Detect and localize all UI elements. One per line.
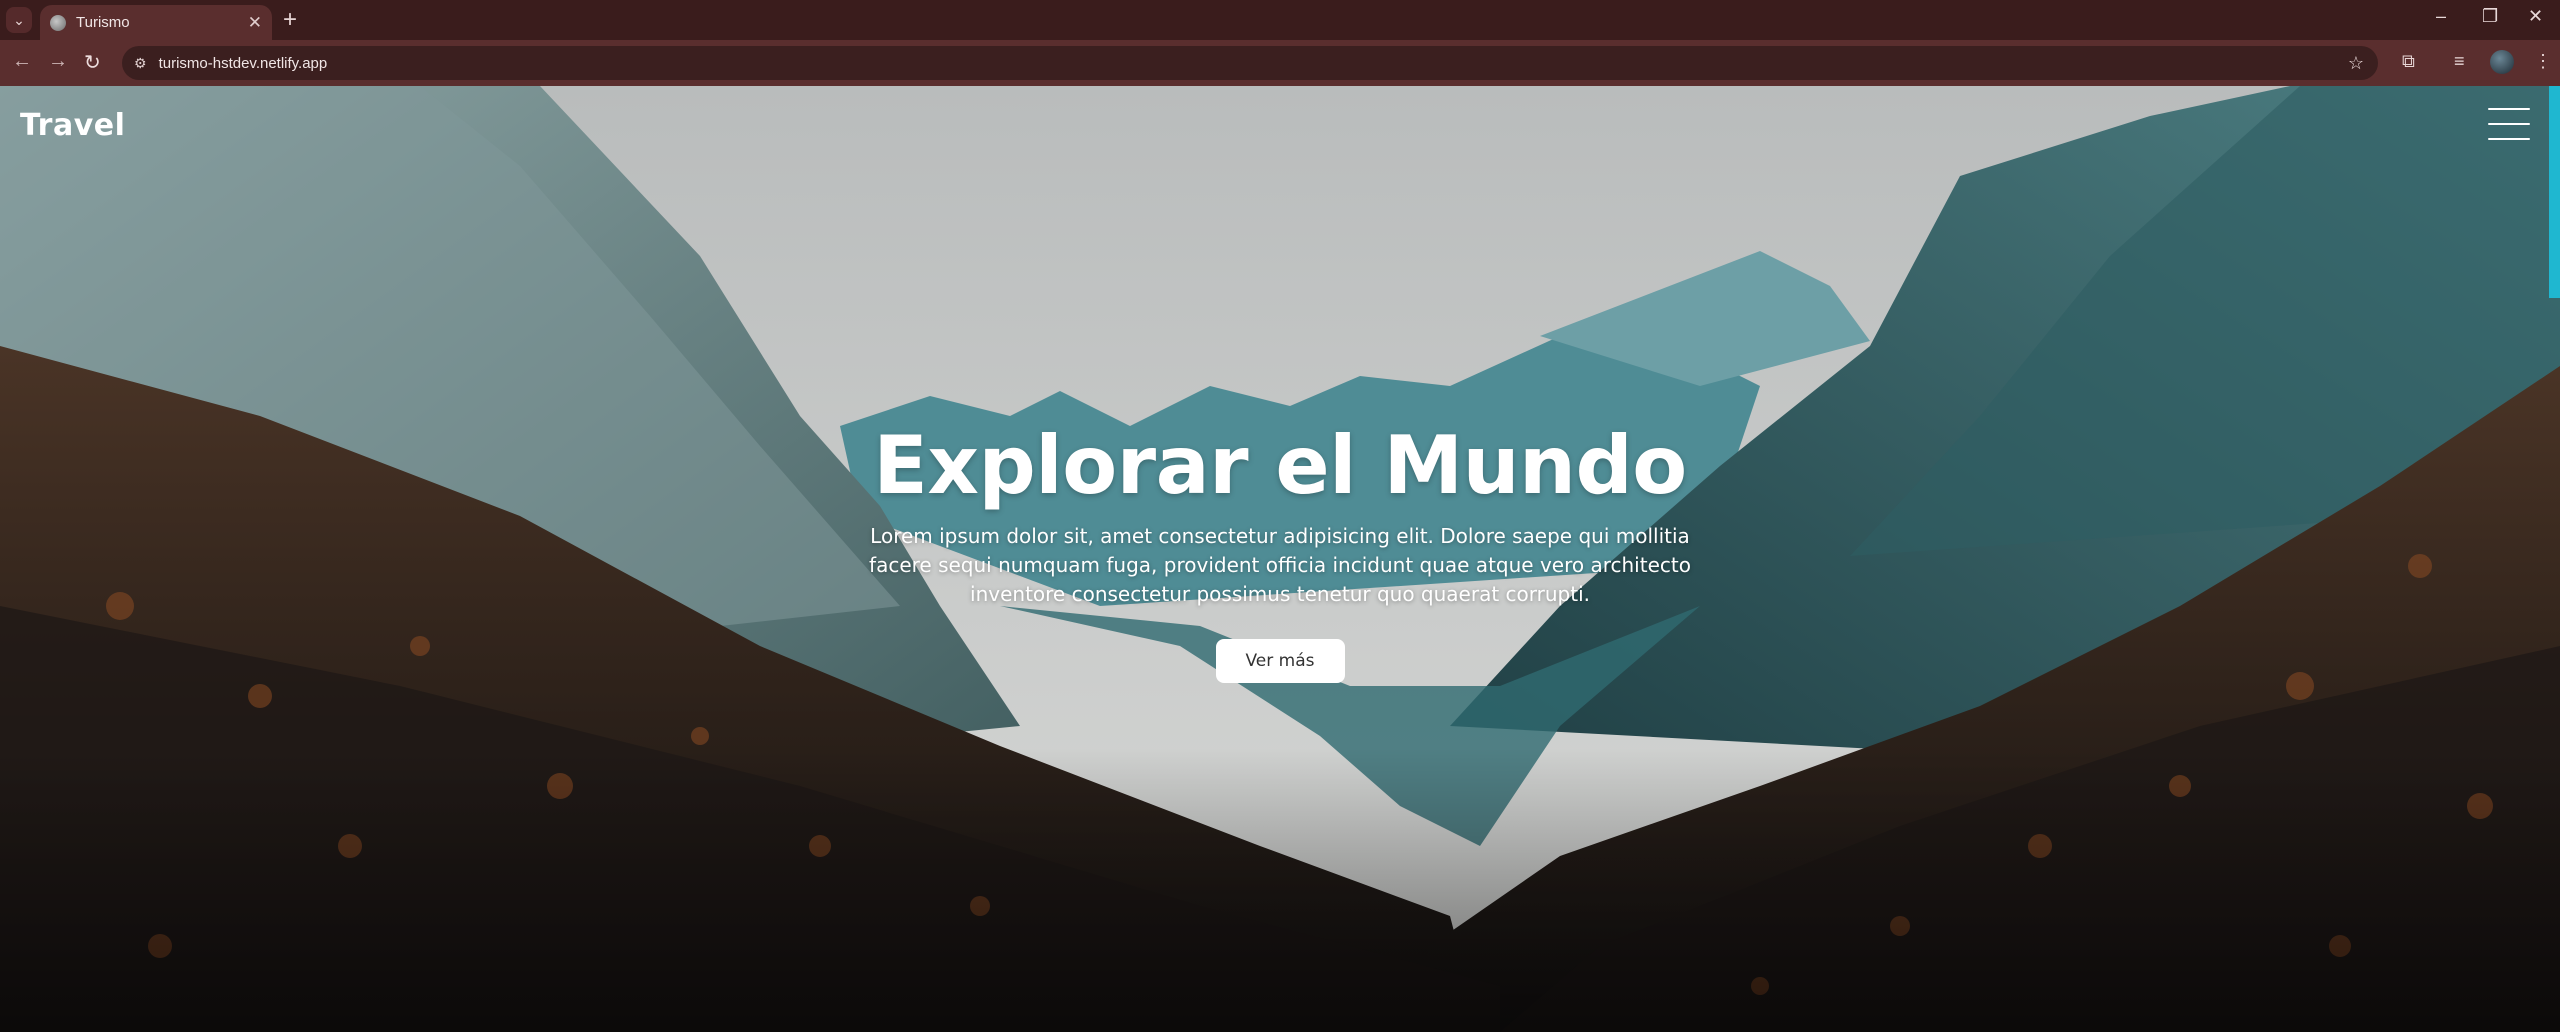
kebab-menu-icon[interactable]: ⋮ xyxy=(2534,51,2552,72)
favicon-icon xyxy=(50,14,66,31)
tab-search-icon[interactable]: ⌄ xyxy=(6,7,32,33)
restore-icon[interactable]: ❐ xyxy=(2482,6,2498,27)
tab-close-icon[interactable]: ✕ xyxy=(248,13,262,33)
extensions-icon[interactable]: ⧉ xyxy=(2402,51,2415,72)
site-info-icon[interactable]: ⚙ xyxy=(134,55,147,72)
hero-title: Explorar el Mundo xyxy=(873,419,1687,512)
hero-content: Explorar el Mundo Lorem ipsum dolor sit,… xyxy=(780,424,1780,683)
reload-icon[interactable]: ↻ xyxy=(84,50,101,75)
bookmark-star-icon[interactable]: ☆ xyxy=(2348,53,2364,74)
scrollbar-thumb[interactable] xyxy=(2549,86,2560,298)
hero-description: Lorem ipsum dolor sit, amet consectetur … xyxy=(869,524,1691,606)
minimize-icon[interactable]: – xyxy=(2436,6,2446,27)
ver-mas-button[interactable]: Ver más xyxy=(1215,639,1345,683)
back-icon[interactable]: ← xyxy=(12,50,32,73)
browser-tab-strip: ⌄ Turismo ✕ + – ❐ ✕ xyxy=(0,0,2560,40)
hero-section: Travel Explorar el Mundo Lorem ipsum dol… xyxy=(0,86,2560,1032)
menu-line xyxy=(2488,108,2530,110)
menu-line xyxy=(2488,123,2530,125)
browser-toolbar: ← → ↻ ⚙ turismo-hstdev.netlify.app ☆ ⧉ ≡… xyxy=(0,40,2560,86)
media-icon[interactable]: ≡ xyxy=(2454,51,2465,72)
url-text[interactable]: turismo-hstdev.netlify.app xyxy=(159,55,328,72)
tab-title: Turismo xyxy=(76,14,130,31)
browser-tab[interactable]: Turismo ✕ xyxy=(40,5,272,40)
profile-avatar-icon[interactable] xyxy=(2490,50,2514,74)
close-window-icon[interactable]: ✕ xyxy=(2528,6,2543,27)
forward-icon[interactable]: → xyxy=(48,50,68,73)
menu-line xyxy=(2488,138,2530,140)
hamburger-menu-icon[interactable] xyxy=(2488,108,2530,140)
site-logo[interactable]: Travel xyxy=(20,108,125,143)
new-tab-button[interactable]: + xyxy=(283,6,297,34)
address-bar[interactable]: ⚙ turismo-hstdev.netlify.app ☆ xyxy=(122,46,2378,80)
